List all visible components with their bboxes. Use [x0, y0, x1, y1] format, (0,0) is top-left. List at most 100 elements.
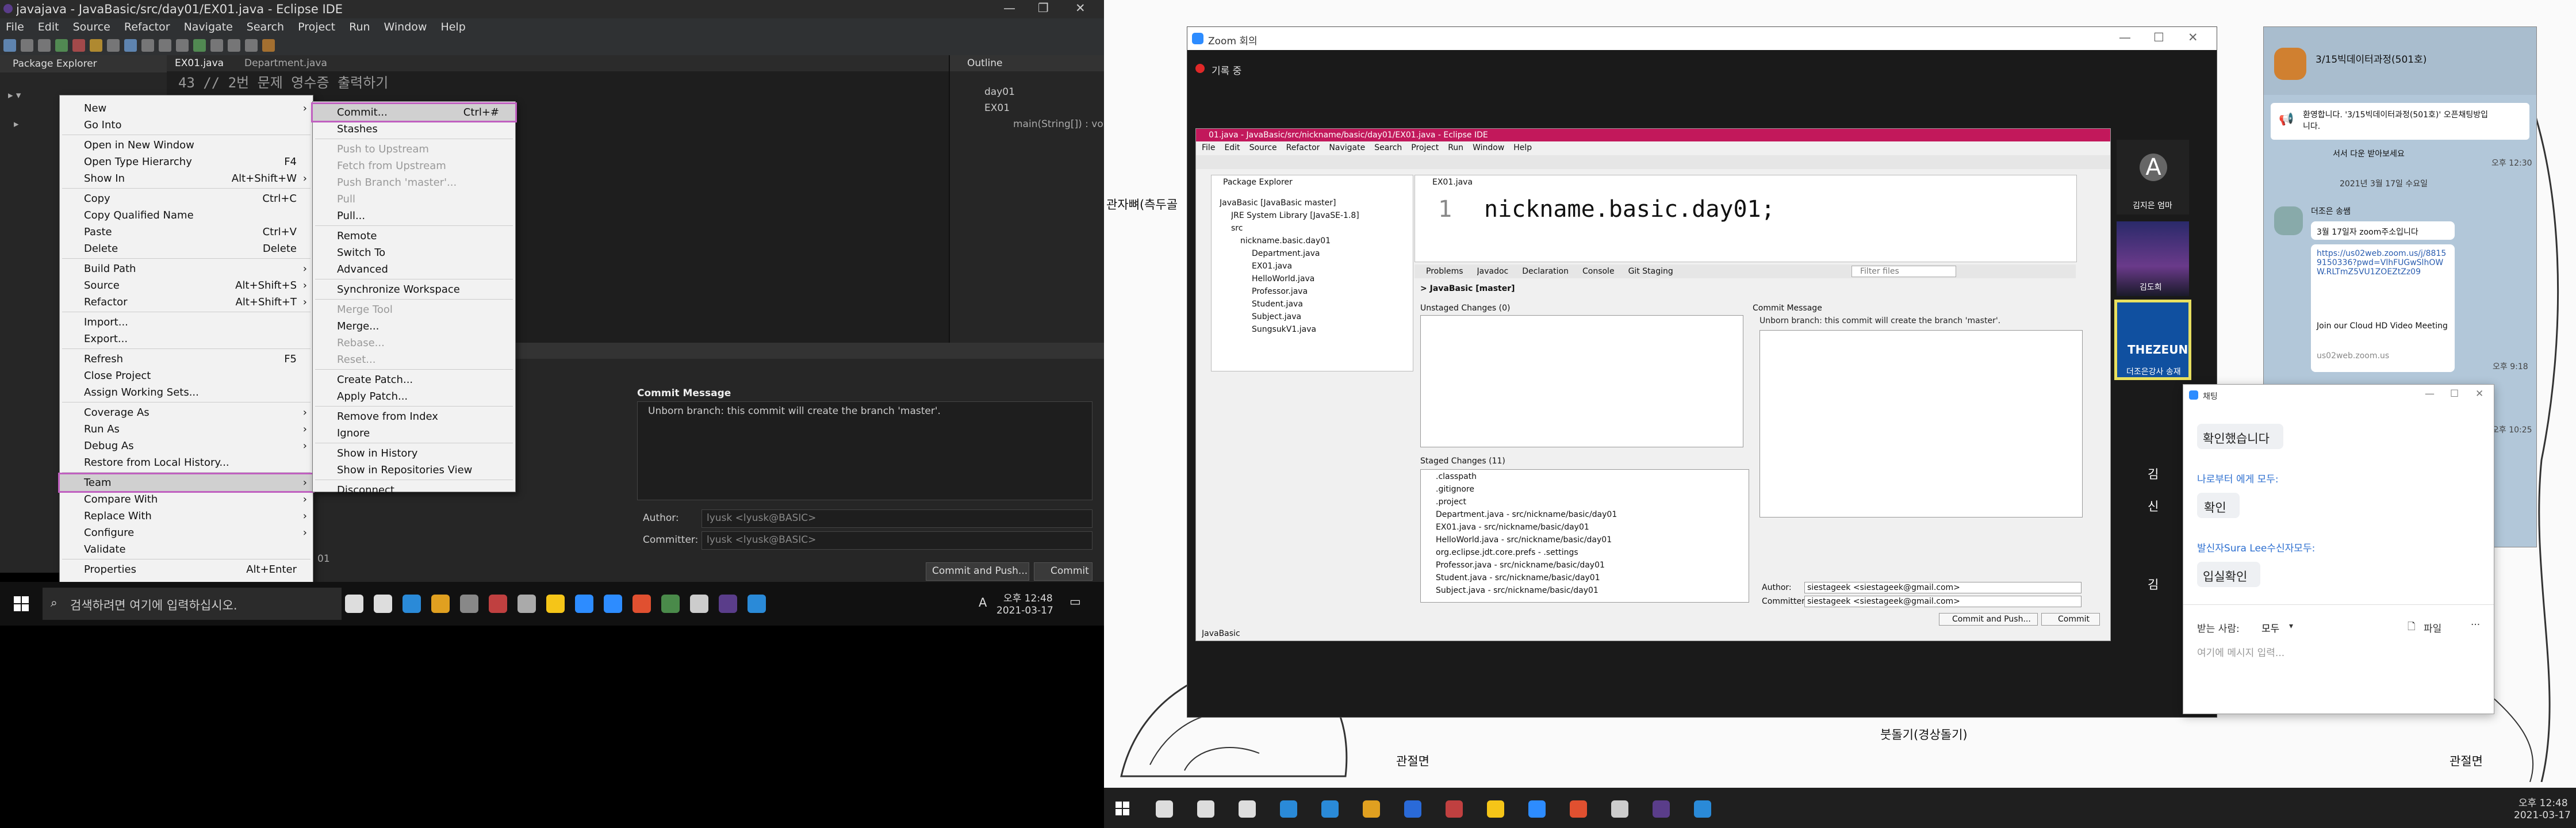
right-taskbar-app-2-icon[interactable] [1197, 800, 1214, 818]
toolbar-button-2-icon[interactable] [21, 39, 33, 52]
context-item-run-as[interactable]: Run As › [60, 421, 313, 438]
minimize-button[interactable]: — [1003, 1, 1015, 15]
inner-tree-item[interactable]: Student.java [1252, 300, 1303, 309]
team-item-create-patch[interactable]: Create Patch... [313, 371, 515, 388]
zoom-chat-minimize[interactable]: — [2425, 388, 2435, 400]
toolbar-button-14-icon[interactable] [228, 39, 240, 52]
context-item-show-in[interactable]: Show In Alt+Shift+W › [60, 170, 313, 187]
inner-tree-item[interactable]: nickname.basic.day01 [1240, 236, 1331, 246]
more-icon[interactable]: ··· [2471, 619, 2480, 631]
inner-tab-javadoc[interactable]: Javadoc [1477, 267, 1509, 276]
participant-tile-1[interactable]: A 김지은 엄마 [2117, 140, 2189, 214]
right-taskbar-app-8-icon[interactable] [1446, 800, 1463, 818]
kakao-link-card[interactable]: https://us02web.zoom.us/j/88159150336?pw… [2311, 244, 2455, 372]
context-item-replace-with[interactable]: Replace With › [60, 508, 313, 524]
toolbar-button-6-icon[interactable] [90, 39, 102, 52]
inner-tree-item[interactable]: JRE System Library [JavaSE-1.8] [1231, 211, 1359, 220]
menu-refactor[interactable]: Refactor [124, 21, 170, 33]
context-item-configure[interactable]: Configure › [60, 524, 313, 541]
menu-run[interactable]: Run [349, 21, 370, 33]
menu-file[interactable]: File [6, 21, 24, 33]
tray-time[interactable]: 오후 12:48 [1003, 590, 1053, 604]
toolbar-button-13-icon[interactable] [210, 39, 223, 52]
menu-edit[interactable]: Edit [38, 21, 59, 33]
staged-file-item[interactable]: HelloWorld.java - src/nickname/basic/day… [1436, 535, 1612, 545]
staged-file-item[interactable]: .gitignore [1436, 485, 1474, 494]
outline-item-method[interactable]: main(String[]) : void [1013, 118, 1112, 130]
inner-tree-item[interactable]: HelloWorld.java [1252, 274, 1314, 283]
taskbar-app-7-icon[interactable] [518, 595, 536, 613]
zoom-chat-maximize[interactable]: ☐ [2450, 388, 2459, 400]
context-item-team[interactable]: Team › [58, 473, 315, 493]
team-item-show-in-history[interactable]: Show in History [313, 445, 515, 462]
menu-window[interactable]: Window [384, 21, 427, 33]
toolbar-button-5-icon[interactable] [72, 39, 85, 52]
unstaged-list[interactable] [1420, 315, 1743, 447]
context-item-source[interactable]: Source Alt+Shift+S › [60, 277, 313, 294]
context-item-open-in-new-window[interactable]: Open in New Window [60, 137, 313, 154]
team-item-commit[interactable]: Commit... Ctrl+# [311, 102, 517, 122]
team-item-remove-from-index[interactable]: Remove from Index [313, 408, 515, 425]
participant-tile-3[interactable]: THEZEUN 더조은강사 송재 [2114, 300, 2191, 380]
team-item-apply-patch[interactable]: Apply Patch... [313, 388, 515, 405]
toolbar-button-10-icon[interactable] [159, 39, 171, 52]
notification-icon[interactable]: ▭ [1070, 595, 1081, 608]
context-item-copy-qualified-name[interactable]: Copy Qualified Name [60, 207, 313, 224]
context-item-refresh[interactable]: Refresh F5 [60, 351, 313, 367]
toolbar-button-9-icon[interactable] [141, 39, 154, 52]
kakao-notice-bar[interactable]: 📢 환영합니다. '3/15빅데이터과정(501호)' 오픈채팅방입니다. [2271, 103, 2529, 140]
toolbar-button-8-icon[interactable] [124, 39, 137, 52]
inner-menu-help[interactable]: Help [1513, 143, 1532, 152]
right-tray-time[interactable]: 오후 12:48 [2518, 795, 2568, 809]
taskbar-app-1-icon[interactable] [345, 595, 363, 613]
staged-file-item[interactable]: EX01.java - src/nickname/basic/day01 [1436, 523, 1589, 532]
right-taskbar-app-3-icon[interactable] [1239, 800, 1256, 818]
taskbar-app-5-icon[interactable] [460, 595, 478, 613]
context-item-import[interactable]: Import... [60, 314, 313, 331]
menu-search[interactable]: Search [247, 21, 284, 33]
inner-author-field[interactable]: siestageek <siestageek@gmail.com> [1804, 582, 2082, 593]
staged-list[interactable]: .classpath .gitignore .project Department.j… [1420, 469, 1749, 603]
taskbar-app-3-icon[interactable] [402, 595, 421, 613]
staged-file-item[interactable]: org.eclipse.jdt.core.prefs - .settings [1436, 548, 1578, 557]
context-item-validate[interactable]: Validate [60, 541, 313, 558]
context-item-properties[interactable]: Properties Alt+Enter [60, 561, 313, 578]
team-item-stashes[interactable]: Stashes [313, 121, 515, 137]
taskbar-search-box[interactable]: ⌕ 검색하려면 여기에 입력하십시오. [43, 588, 342, 620]
taskbar-app-12-icon[interactable] [661, 595, 680, 613]
inner-tree-item[interactable]: Department.java [1252, 249, 1320, 258]
toolbar-button-16-icon[interactable] [262, 39, 275, 52]
outline-item-package[interactable]: day01 [984, 86, 1015, 98]
commit-and-push-button[interactable]: Commit and Push... [926, 562, 1029, 581]
zoom-chat-close[interactable]: ✕ [2475, 388, 2483, 400]
toolbar-button-7-icon[interactable] [107, 39, 120, 52]
menu-project[interactable]: Project [298, 21, 335, 33]
right-taskbar-app-5-icon[interactable] [1321, 800, 1339, 818]
editor-tab-department[interactable]: Department.java [244, 57, 327, 69]
menu-navigate[interactable]: Navigate [184, 21, 233, 33]
taskbar-app-13-icon[interactable] [690, 595, 708, 613]
context-item-restore-from-local-history[interactable]: Restore from Local History... [60, 454, 313, 471]
right-taskbar-app-13-icon[interactable] [1653, 800, 1670, 818]
inner-menu-search[interactable]: Search [1374, 143, 1402, 152]
inner-editor-tab[interactable]: EX01.java [1432, 178, 1473, 187]
inner-menu-file[interactable]: File [1202, 143, 1215, 152]
inner-menu-source[interactable]: Source [1249, 143, 1277, 152]
inner-menu-run[interactable]: Run [1448, 143, 1463, 152]
outline-tab[interactable]: Outline [967, 57, 1003, 69]
team-item-merge[interactable]: Merge... [313, 318, 515, 335]
right-taskbar-app-6-icon[interactable] [1363, 800, 1380, 818]
commit-message-box[interactable]: Unborn branch: this commit will create t… [637, 401, 1092, 500]
inner-menu-edit[interactable]: Edit [1224, 143, 1240, 152]
zoom-chat-input[interactable]: 여기에 메시지 입력... [2197, 641, 2479, 693]
context-item-export[interactable]: Export... [60, 331, 313, 347]
taskbar-app-2-icon[interactable] [374, 595, 392, 613]
filter-files-input[interactable]: Filter files [1851, 266, 1956, 277]
inner-committer-field[interactable]: siestageek <siestageek@gmail.com> [1804, 596, 2082, 607]
tray-lang[interactable]: A [979, 596, 987, 610]
toolbar-button-3-icon[interactable] [38, 39, 51, 52]
right-taskbar-app-10-icon[interactable] [1528, 800, 1546, 818]
context-item-open-type-hierarchy[interactable]: Open Type Hierarchy F4 [60, 154, 313, 170]
team-item-pull[interactable]: Pull... [313, 208, 515, 224]
right-taskbar-app-1-icon[interactable] [1156, 800, 1173, 818]
